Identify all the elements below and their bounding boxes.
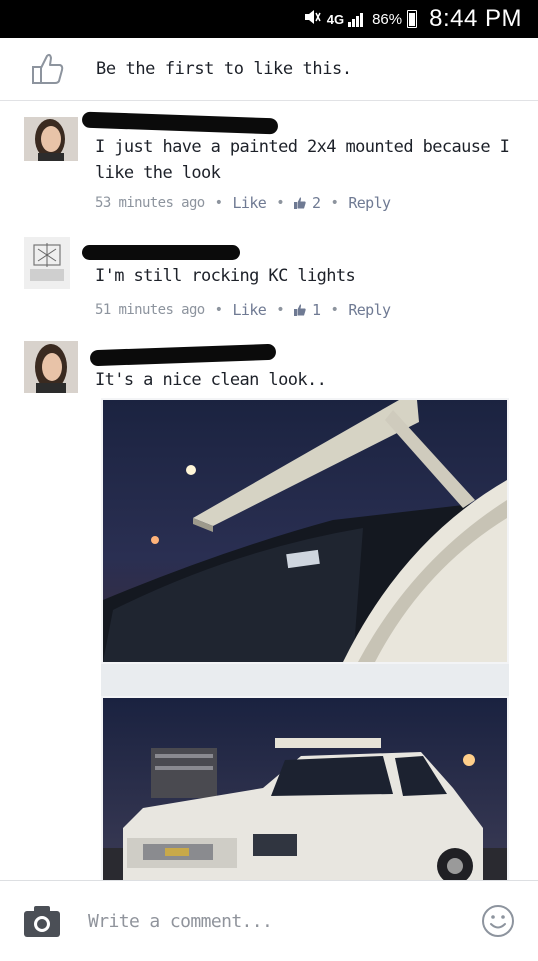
comment-like-number: 2 bbox=[312, 194, 321, 212]
redacted-author-name bbox=[81, 111, 279, 135]
photo-divider bbox=[101, 664, 509, 696]
redacted-author-name bbox=[89, 343, 277, 367]
avatar[interactable] bbox=[24, 341, 78, 393]
avatar[interactable] bbox=[24, 117, 78, 161]
comment-text: I'm still rocking KC lights bbox=[95, 266, 356, 286]
photo-roof-rack-closeup bbox=[103, 400, 507, 662]
battery-icon bbox=[407, 10, 418, 28]
like-summary-bar[interactable]: Be the first to like this. bbox=[0, 38, 538, 101]
thumbs-up-icon[interactable] bbox=[30, 52, 66, 86]
status-bar: 4G 86% 8:44 PM bbox=[0, 0, 538, 38]
comment-composer bbox=[0, 880, 538, 961]
mute-icon bbox=[303, 9, 321, 29]
comment-like-button[interactable]: Like bbox=[232, 194, 266, 212]
avatar[interactable] bbox=[24, 237, 70, 289]
battery-percent: 86% bbox=[372, 10, 403, 28]
comment-like-button[interactable]: Like bbox=[232, 301, 266, 319]
photo-white-truck bbox=[103, 698, 507, 880]
like-summary-text: Be the first to like this. bbox=[96, 59, 352, 79]
comment-photo[interactable] bbox=[101, 398, 509, 880]
signal-icon bbox=[348, 11, 364, 27]
comment-reply-button[interactable]: Reply bbox=[348, 194, 391, 212]
small-thumbs-up-icon bbox=[294, 197, 306, 209]
comment-time[interactable]: 53 minutes ago bbox=[95, 195, 205, 211]
network-type: 4G bbox=[326, 11, 345, 27]
comment-like-number: 1 bbox=[312, 301, 321, 319]
comment-meta: 51 minutes ago • Like • 1 • Reply bbox=[95, 301, 391, 319]
comment-like-count[interactable]: 2 bbox=[294, 194, 321, 212]
comment-text: I just have a painted 2x4 mounted becaus… bbox=[95, 137, 510, 183]
comment-input[interactable] bbox=[88, 903, 480, 939]
comment-reply-button[interactable]: Reply bbox=[348, 301, 391, 319]
small-thumbs-up-icon bbox=[294, 304, 306, 316]
camera-icon[interactable] bbox=[22, 903, 62, 939]
redacted-author-name bbox=[82, 245, 240, 260]
comment-text: It's a nice clean look.. bbox=[95, 370, 327, 390]
emoji-icon[interactable] bbox=[480, 903, 516, 939]
clock: 8:44 PM bbox=[429, 5, 522, 32]
comment-time[interactable]: 51 minutes ago bbox=[95, 302, 205, 318]
comment-meta: 53 minutes ago • Like • 2 • Reply bbox=[95, 194, 391, 212]
comment-like-count[interactable]: 1 bbox=[294, 301, 321, 319]
